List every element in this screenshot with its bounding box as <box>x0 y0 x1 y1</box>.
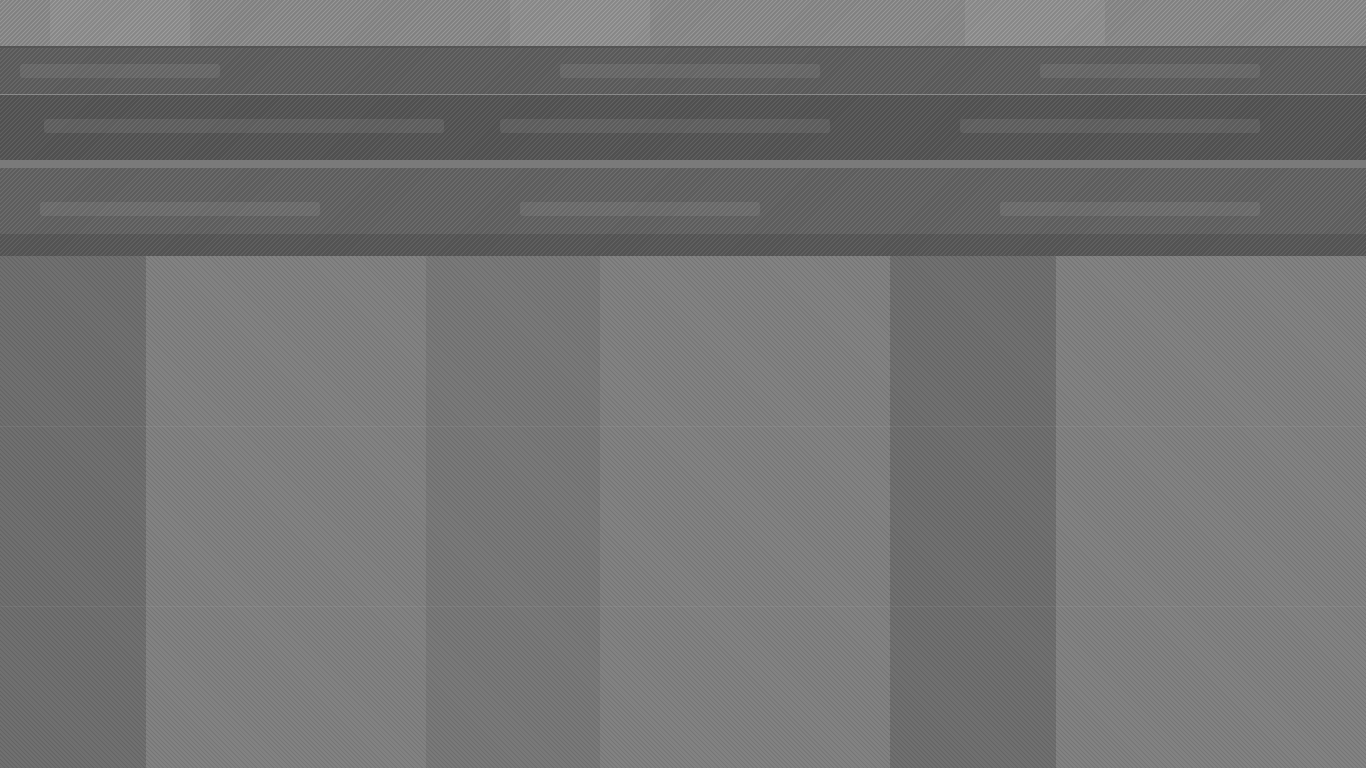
content-column <box>0 256 146 768</box>
top-strip <box>0 0 1366 46</box>
content-column <box>426 256 600 768</box>
toolbar-placeholder <box>960 119 1260 133</box>
toolbar-placeholder <box>500 119 830 133</box>
header-placeholder <box>1040 64 1260 78</box>
sub-bar <box>0 168 1366 256</box>
separator <box>0 160 1366 168</box>
content-divider <box>0 426 1366 427</box>
toolbar-placeholder <box>44 119 444 133</box>
content-column <box>146 256 426 768</box>
sub-bar-placeholder <box>40 202 320 216</box>
toolbar-bar <box>0 94 1366 161</box>
sub-bar-placeholder <box>520 202 760 216</box>
sub-bar-placeholder <box>1000 202 1260 216</box>
header-bar <box>0 46 1366 96</box>
content-divider <box>0 606 1366 607</box>
screen <box>0 0 1366 768</box>
content-area <box>0 256 1366 768</box>
content-column <box>1056 256 1366 768</box>
top-strip-highlight <box>965 0 1105 46</box>
top-strip-highlight <box>510 0 650 46</box>
content-column <box>890 256 1056 768</box>
header-placeholder <box>560 64 820 78</box>
header-placeholder <box>20 64 220 78</box>
content-column <box>600 256 890 768</box>
top-strip-highlight <box>50 0 190 46</box>
sub-bar-shade <box>0 234 1366 256</box>
